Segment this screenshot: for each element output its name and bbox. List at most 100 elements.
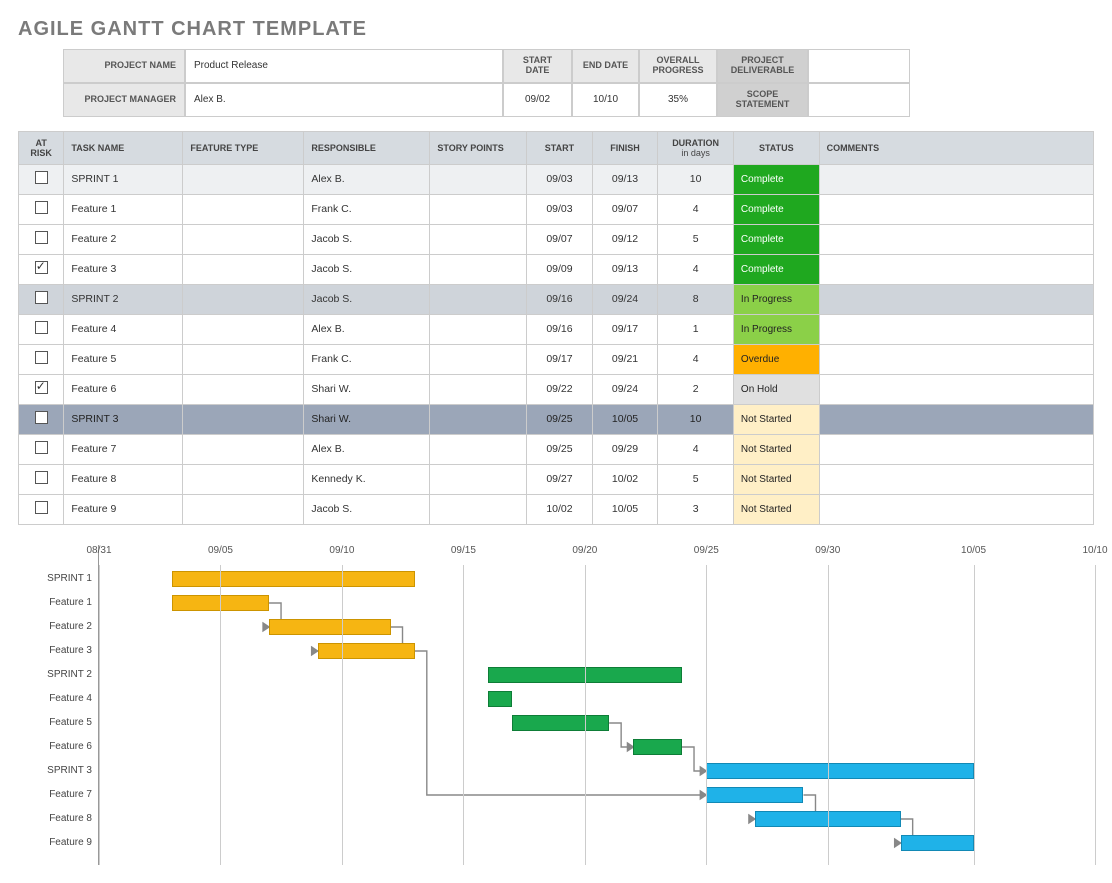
value-start-date[interactable]: 09/02 [503,83,572,117]
value-project-deliverable[interactable] [808,49,910,83]
cell-comments[interactable] [819,164,1093,194]
risk-checkbox[interactable] [19,434,64,464]
gantt-row-label: Feature 9 [18,831,98,855]
cell-comments[interactable] [819,314,1093,344]
table-row[interactable]: SPRINT 3Shari W.09/2510/0510Not Started [19,404,1094,434]
cell-start: 09/27 [527,464,593,494]
table-row[interactable]: SPRINT 2Jacob S.09/1609/248In Progress [19,284,1094,314]
gantt-row-label: Feature 7 [18,783,98,807]
cell-finish: 09/07 [592,194,658,224]
table-row[interactable]: Feature 1Frank C.09/0309/074Complete [19,194,1094,224]
cell-comments[interactable] [819,494,1093,524]
table-row[interactable]: Feature 2Jacob S.09/0709/125Complete [19,224,1094,254]
value-end-date[interactable]: 10/10 [572,83,639,117]
col-task-name: TASK NAME [64,131,183,164]
cell-comments[interactable] [819,224,1093,254]
table-row[interactable]: Feature 4Alex B.09/1609/171In Progress [19,314,1094,344]
gantt-bar[interactable] [172,571,415,587]
risk-checkbox[interactable] [19,314,64,344]
risk-checkbox[interactable] [19,284,64,314]
cell-status[interactable]: Complete [733,194,819,224]
cell-status[interactable]: Complete [733,224,819,254]
table-row[interactable]: Feature 5Frank C.09/1709/214Overdue [19,344,1094,374]
cell-comments[interactable] [819,434,1093,464]
label-project-deliverable: PROJECT DELIVERABLE [717,49,808,83]
gantt-bar[interactable] [488,691,512,707]
risk-checkbox[interactable] [19,404,64,434]
value-project-manager[interactable]: Alex B. [185,83,503,117]
axis-tick: 09/20 [572,545,597,556]
cell-finish: 09/13 [592,254,658,284]
gantt-row-label: Feature 5 [18,711,98,735]
col-duration: DURATION in days [658,131,734,164]
cell-comments[interactable] [819,344,1093,374]
risk-checkbox[interactable] [19,194,64,224]
cell-status[interactable]: Not Started [733,404,819,434]
cell-comments[interactable] [819,254,1093,284]
gantt-bar[interactable] [318,643,415,659]
value-overall-progress[interactable]: 35% [639,83,717,117]
risk-checkbox[interactable] [19,374,64,404]
cell-finish: 09/12 [592,224,658,254]
cell-task-name: Feature 6 [64,374,183,404]
value-project-name[interactable]: Product Release [185,49,503,83]
cell-status[interactable]: In Progress [733,284,819,314]
cell-task-name: Feature 8 [64,464,183,494]
project-meta: PROJECT NAME Product Release START DATE … [18,49,1094,117]
cell-task-name: SPRINT 2 [64,284,183,314]
cell-feature-type [183,404,304,434]
cell-status[interactable]: Overdue [733,344,819,374]
gantt-row-label: Feature 1 [18,591,98,615]
cell-story-points [430,254,527,284]
gantt-bar[interactable] [706,763,973,779]
gantt-bar[interactable] [633,739,682,755]
axis-tick: 09/05 [208,545,233,556]
cell-status[interactable]: Complete [733,254,819,284]
risk-checkbox[interactable] [19,164,64,194]
cell-status[interactable]: Not Started [733,464,819,494]
col-responsible: RESPONSIBLE [304,131,430,164]
gantt-row-label: Feature 6 [18,735,98,759]
cell-comments[interactable] [819,284,1093,314]
cell-status[interactable]: In Progress [733,314,819,344]
cell-story-points [430,194,527,224]
cell-comments[interactable] [819,374,1093,404]
table-row[interactable]: Feature 7Alex B.09/2509/294Not Started [19,434,1094,464]
table-row[interactable]: SPRINT 1Alex B.09/0309/1310Complete [19,164,1094,194]
cell-story-points [430,314,527,344]
cell-comments[interactable] [819,404,1093,434]
risk-checkbox[interactable] [19,464,64,494]
gantt-bar[interactable] [269,619,390,635]
cell-start: 10/02 [527,494,593,524]
value-scope-statement[interactable] [808,83,910,117]
risk-checkbox[interactable] [19,344,64,374]
gantt-row-label: Feature 2 [18,615,98,639]
label-end-date: END DATE [572,49,639,83]
table-row[interactable]: Feature 3Jacob S.09/0909/134Complete [19,254,1094,284]
cell-finish: 09/24 [592,284,658,314]
col-comments: COMMENTS [819,131,1093,164]
gantt-bar[interactable] [512,715,609,731]
axis-tick: 09/30 [815,545,840,556]
gantt-bar[interactable] [706,787,803,803]
table-row[interactable]: Feature 6Shari W.09/2209/242On Hold [19,374,1094,404]
cell-feature-type [183,314,304,344]
risk-checkbox[interactable] [19,494,64,524]
cell-status[interactable]: Complete [733,164,819,194]
risk-checkbox[interactable] [19,254,64,284]
cell-feature-type [183,254,304,284]
table-row[interactable]: Feature 9Jacob S.10/0210/053Not Started [19,494,1094,524]
gantt-bar[interactable] [901,835,974,851]
cell-responsible: Alex B. [304,164,430,194]
risk-checkbox[interactable] [19,224,64,254]
cell-status[interactable]: On Hold [733,374,819,404]
gantt-row-label: SPRINT 1 [18,567,98,591]
cell-status[interactable]: Not Started [733,494,819,524]
cell-comments[interactable] [819,194,1093,224]
cell-story-points [430,434,527,464]
cell-responsible: Kennedy K. [304,464,430,494]
cell-status[interactable]: Not Started [733,434,819,464]
table-row[interactable]: Feature 8Kennedy K.09/2710/025Not Starte… [19,464,1094,494]
cell-comments[interactable] [819,464,1093,494]
axis-tick: 09/25 [694,545,719,556]
